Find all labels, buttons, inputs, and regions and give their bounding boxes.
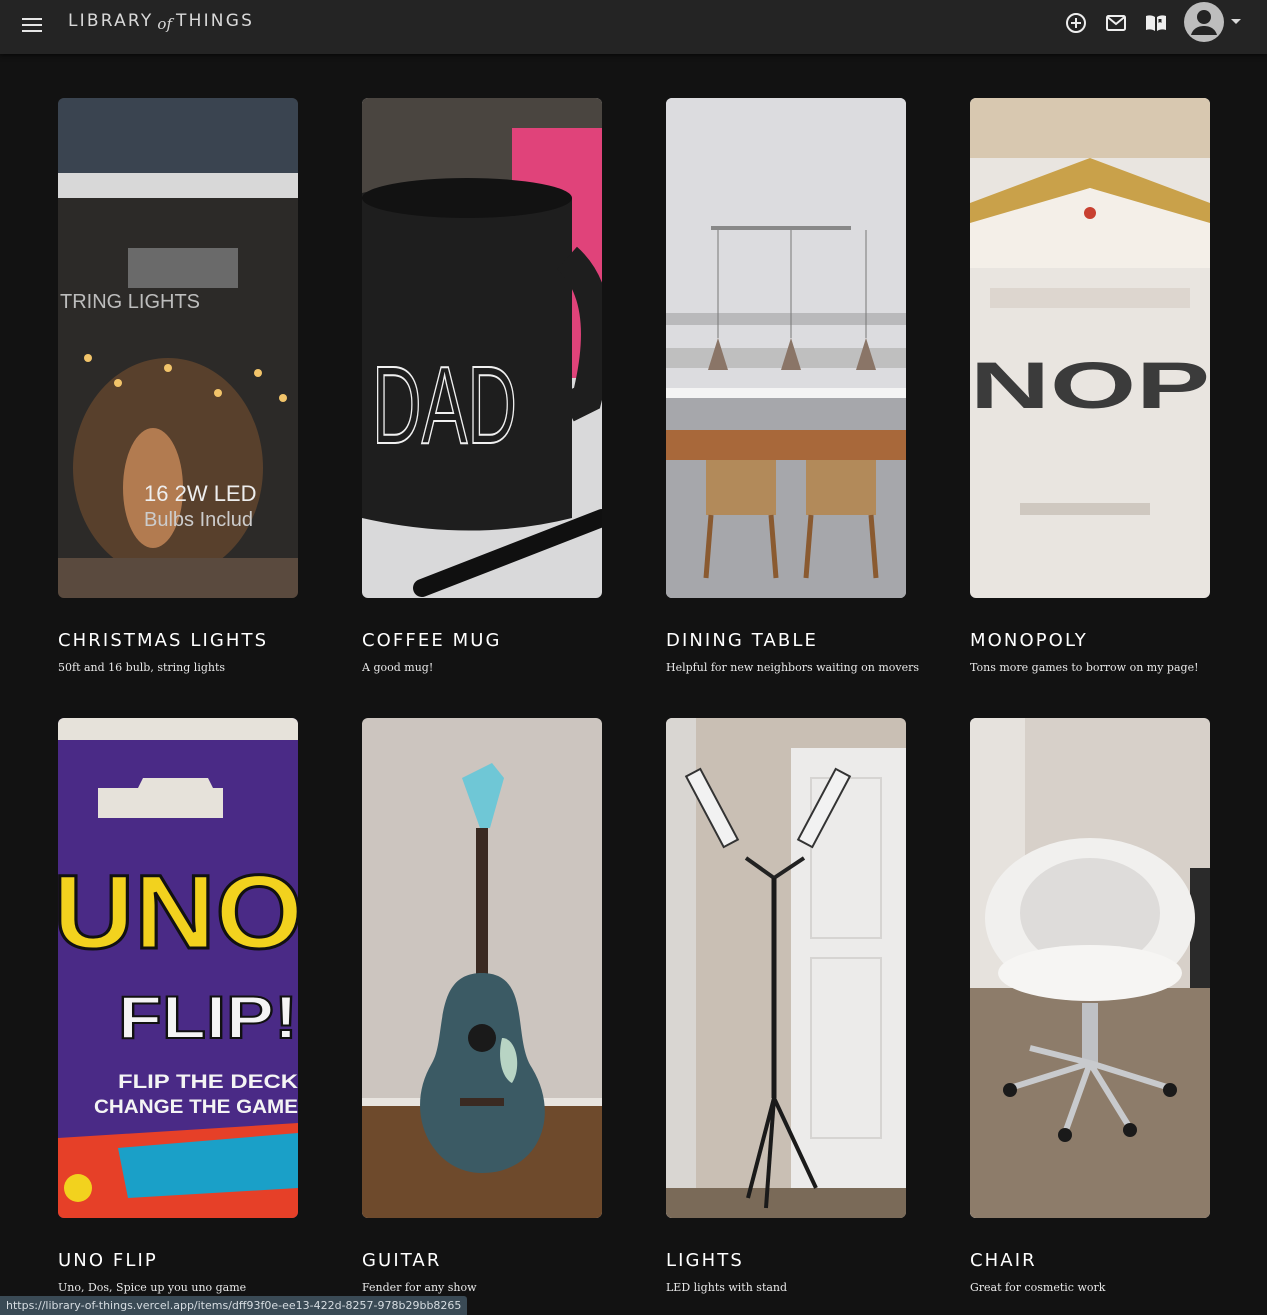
account-menu[interactable]: [1184, 2, 1250, 42]
mail-icon[interactable]: [1104, 11, 1128, 35]
image-label: TRING LIGHTS: [60, 291, 200, 313]
item-image: NOP: [970, 98, 1210, 598]
item-image: TRING LIGHTS 16 2W LED Bulbs Includ: [58, 98, 298, 598]
item-title: COFFEE MUG: [362, 630, 502, 651]
item-card-coffee-mug[interactable]: DAD COFFEE MUG A good mug!: [362, 98, 602, 674]
book-icon[interactable]: [1144, 11, 1168, 35]
image-label: DAD: [372, 344, 517, 467]
brand-of: of: [157, 15, 173, 33]
chevron-down-icon: [1231, 19, 1241, 24]
item-description: Helpful for new neighbors waiting on mov…: [666, 661, 920, 674]
item-image: [666, 98, 906, 598]
item-card-dining-table[interactable]: DINING TABLE Helpful for new neighbors w…: [666, 98, 920, 674]
item-description: 50ft and 16 bulb, string lights: [58, 661, 226, 674]
brand-things: THINGS: [176, 11, 255, 31]
item-image: [970, 718, 1210, 1218]
item-image: [666, 718, 906, 1218]
image-label: UNO: [58, 854, 298, 971]
item-title: GUITAR: [362, 1250, 442, 1271]
image-label: FLIP!: [118, 984, 298, 1051]
add-item-icon[interactable]: [1064, 11, 1088, 35]
item-description: Fender for any show: [362, 1281, 477, 1294]
item-card-guitar[interactable]: GUITAR Fender for any show: [362, 718, 602, 1294]
item-description: LED lights with stand: [666, 1281, 788, 1294]
item-image: [362, 718, 602, 1218]
menu-icon[interactable]: [20, 13, 44, 37]
item-card-lights[interactable]: LIGHTS LED lights with stand: [666, 718, 906, 1294]
item-description: Great for cosmetic work: [970, 1281, 1106, 1294]
brand-library: LIBRARY: [68, 11, 154, 31]
top-app-bar: LIBRARY of THINGS: [0, 0, 1267, 54]
image-label: CHANGE THE GAME: [94, 1097, 298, 1118]
item-title: CHAIR: [970, 1250, 1037, 1271]
status-bar-url: https://library-of-things.vercel.app/ite…: [0, 1296, 468, 1315]
image-label: Bulbs Includ: [144, 509, 253, 531]
item-title: DINING TABLE: [666, 630, 818, 651]
item-title: CHRISTMAS LIGHTS: [58, 630, 269, 651]
image-label: 16 2W LED: [144, 481, 257, 506]
item-description: Tons more games to borrow on my page!: [970, 661, 1199, 674]
item-image: UNO FLIP! FLIP THE DECK CHANGE THE GAME: [58, 718, 298, 1218]
item-title: UNO FLIP: [58, 1250, 158, 1271]
item-title: MONOPOLY: [970, 630, 1088, 651]
item-card-chair[interactable]: CHAIR Great for cosmetic work: [970, 718, 1210, 1294]
image-label: NOP: [970, 348, 1210, 422]
item-image: DAD: [362, 98, 602, 598]
item-card-christmas-lights[interactable]: TRING LIGHTS 16 2W LED Bulbs Includ CHRI…: [58, 98, 298, 674]
item-description: A good mug!: [362, 661, 434, 674]
item-card-monopoly[interactable]: NOP MONOPOLY Tons more games to borrow o…: [970, 98, 1210, 674]
brand-logo[interactable]: LIBRARY of THINGS: [68, 11, 255, 33]
item-card-uno-flip[interactable]: UNO FLIP! FLIP THE DECK CHANGE THE GAME …: [58, 718, 298, 1294]
item-description: Uno, Dos, Spice up you uno game: [58, 1281, 247, 1294]
item-title: LIGHTS: [666, 1250, 744, 1271]
avatar: [1184, 2, 1224, 42]
image-label: FLIP THE DECK: [118, 1072, 298, 1093]
